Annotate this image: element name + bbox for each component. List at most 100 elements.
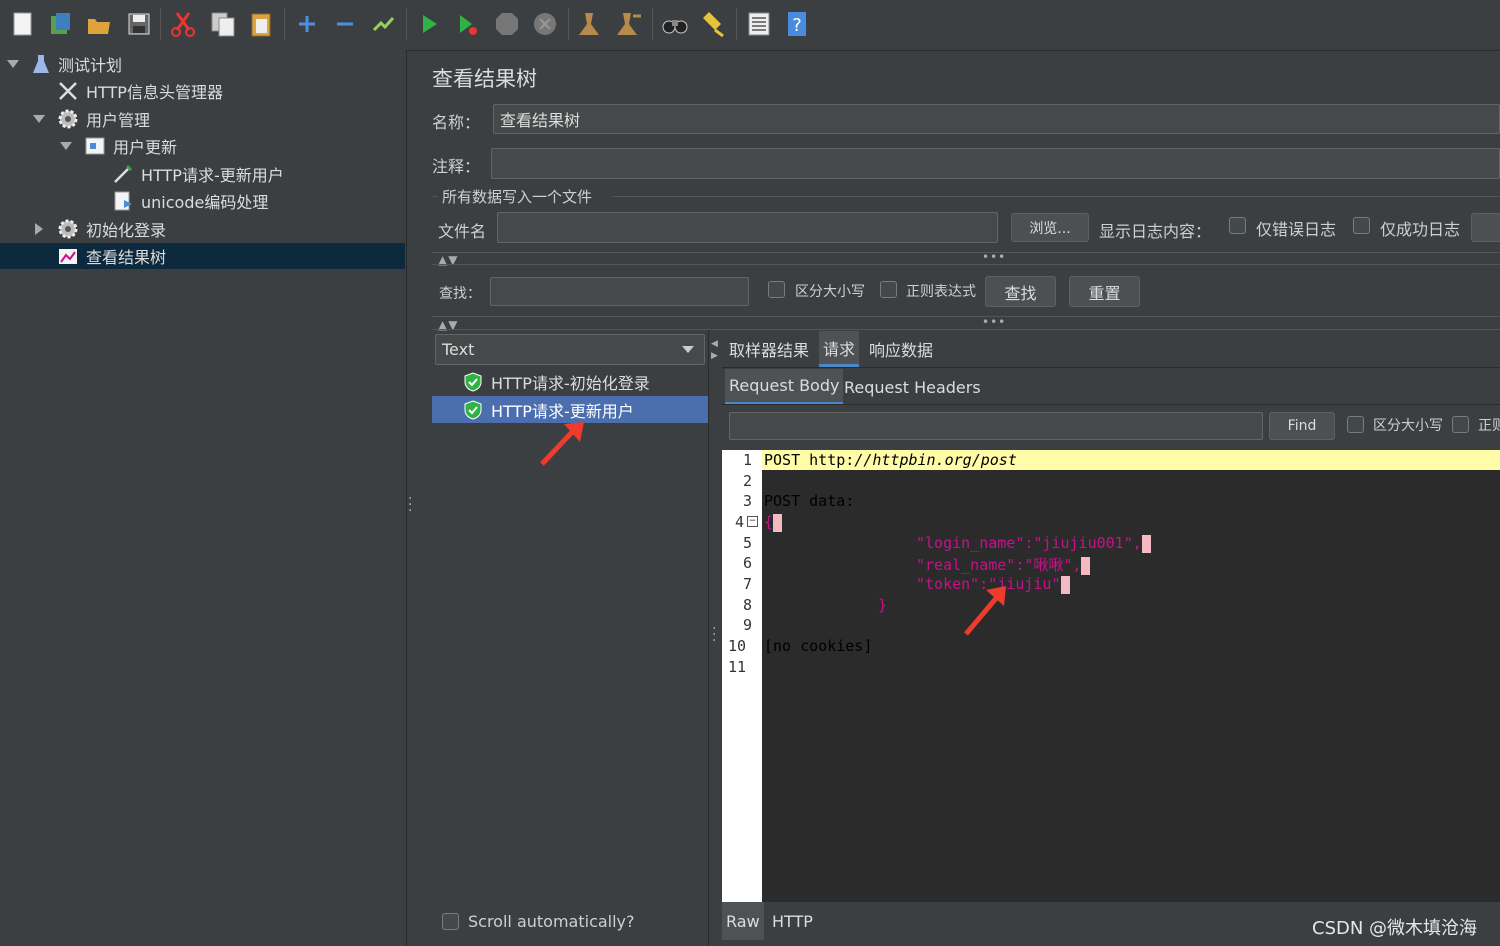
browse-button[interactable]: 浏览... (1011, 213, 1089, 242)
body-regex-checkbox[interactable] (1452, 416, 1469, 433)
code-line-10: [no cookies] (764, 637, 873, 655)
case-sensitive-checkbox[interactable] (768, 281, 785, 298)
body-search-field[interactable] (729, 412, 1263, 440)
stop-icon[interactable] (492, 9, 522, 39)
clear-icon[interactable] (574, 9, 604, 39)
shutdown-icon[interactable] (530, 9, 560, 39)
tree-item-init-login[interactable]: 初始化登录 (0, 216, 405, 242)
tab-request[interactable]: 请求 (819, 331, 860, 367)
renderer-select[interactable]: Text (435, 334, 705, 365)
tab-sampler-result[interactable]: 取样器结果 (725, 331, 813, 367)
expand-arrow-icon[interactable] (7, 60, 19, 68)
result-item-label: HTTP请求-初始化登录 (491, 373, 650, 393)
annotation-arrow-icon (540, 422, 584, 466)
reset-button[interactable]: 重置 (1069, 276, 1140, 307)
tree-item-test-plan[interactable]: 测试计划 (0, 51, 405, 77)
drag-handle-icon[interactable]: ••• (982, 315, 1006, 329)
toolbar: ? (0, 0, 1500, 51)
tab-raw[interactable]: Raw (722, 902, 764, 940)
collapse-icon[interactable] (330, 9, 360, 39)
svg-text:?: ? (792, 15, 802, 36)
line-number: 9 (742, 616, 752, 634)
scroll-auto-label: Scroll automatically? (468, 912, 635, 931)
splitter-handle[interactable]: · · · (712, 622, 716, 648)
name-field[interactable]: 查看结果树 (493, 104, 1500, 134)
tree-item-label: 测试计划 (58, 56, 123, 75)
success-shield-icon (462, 371, 484, 397)
tree-item-unicode[interactable]: unicode编码处理 (0, 188, 405, 214)
tab-request-headers[interactable]: Request Headers (840, 369, 985, 405)
tree-item-label: unicode编码处理 (141, 193, 269, 212)
code-line-8: } (878, 596, 888, 614)
test-plan-tree: 测试计划 HTTP信息头管理器 用户管理 用户更新 HTTP请求-更新用户 un… (0, 50, 407, 946)
flask-icon (30, 53, 52, 75)
line-number-gutter: 1 2 3 4 − 5 6 7 8 9 10 11 (722, 450, 762, 902)
whitespace-marker (773, 513, 783, 532)
body-case-checkbox[interactable] (1347, 416, 1364, 433)
success-shield-icon (462, 399, 484, 425)
copy-icon[interactable] (208, 9, 238, 39)
line-number: 5 (742, 534, 752, 552)
annotation-arrow-icon (964, 586, 1006, 636)
code-token: POST http: (764, 451, 855, 469)
code-url: //httpbin.org/post (854, 451, 1017, 469)
splitter-handle[interactable]: · · · (408, 492, 412, 518)
whitespace-marker (1060, 575, 1070, 594)
tree-item-user-management[interactable]: 用户管理 (0, 106, 405, 132)
expand-icon[interactable] (292, 9, 322, 39)
gear-icon (57, 108, 79, 130)
tree-item-http-update-user[interactable]: HTTP请求-更新用户 (0, 161, 405, 187)
drag-handle-icon[interactable]: ••• (982, 250, 1006, 264)
open-icon[interactable] (84, 9, 114, 39)
fold-icon[interactable]: − (747, 516, 758, 527)
tab-http[interactable]: HTTP (768, 902, 817, 940)
tab-response-data[interactable]: 响应数据 (865, 331, 937, 367)
expand-arrow-icon[interactable] (33, 115, 45, 123)
request-body-editor[interactable]: POST http://httpbin.org/post POST data: … (762, 450, 1500, 902)
tree-item-view-results-tree[interactable]: 查看结果树 (0, 243, 405, 269)
paste-icon[interactable] (246, 9, 276, 39)
search-field[interactable] (490, 277, 749, 306)
reset-search-icon[interactable] (698, 9, 728, 39)
function-helper-icon[interactable] (744, 9, 774, 39)
tree-item-user-update[interactable]: 用户更新 (0, 133, 405, 159)
help-icon[interactable]: ? (782, 9, 812, 39)
toggle-icon[interactable] (368, 9, 398, 39)
tools-icon (57, 80, 79, 102)
filename-field[interactable] (497, 212, 998, 243)
splitter-arrows-icon[interactable]: ◀ ▶ (711, 338, 718, 362)
result-item-selected[interactable]: HTTP请求-更新用户 (432, 396, 708, 423)
code-line-5: "login_name":"jiujiu001", (916, 534, 1151, 553)
tree-item-label: HTTP信息头管理器 (86, 83, 223, 102)
find-button[interactable]: 查找 (985, 276, 1056, 307)
line-number: 7 (742, 575, 752, 593)
errors-only-label: 仅错误日志 (1256, 220, 1337, 239)
tab-request-body[interactable]: Request Body (725, 369, 844, 405)
start-icon[interactable] (414, 9, 444, 39)
errors-only-checkbox[interactable] (1229, 217, 1246, 234)
expand-arrow-icon[interactable] (60, 142, 72, 150)
result-item[interactable]: HTTP请求-初始化登录 (432, 368, 708, 395)
comment-field[interactable] (491, 148, 1500, 179)
success-only-checkbox[interactable] (1353, 217, 1370, 234)
body-find-button[interactable]: Find (1269, 412, 1335, 440)
line-number: 10 (727, 637, 746, 655)
clear-all-icon[interactable] (614, 9, 644, 39)
scroll-auto-checkbox[interactable] (442, 913, 459, 930)
controller-icon (84, 135, 106, 157)
log-content-label: 显示日志内容： (1099, 222, 1212, 241)
search-icon[interactable] (660, 9, 690, 39)
code-token: "login_name":"jiujiu001", (916, 534, 1142, 552)
regex-checkbox[interactable] (880, 281, 897, 298)
new-icon[interactable] (8, 9, 38, 39)
start-no-pause-icon[interactable] (452, 9, 482, 39)
templates-icon[interactable] (46, 9, 76, 39)
watermark: CSDN @微木填沧海 (1312, 918, 1478, 939)
body-case-label: 区分大小写 (1373, 418, 1443, 434)
tree-item-label: 查看结果树 (86, 248, 167, 267)
tree-item-header-manager[interactable]: HTTP信息头管理器 (0, 78, 405, 104)
configure-button[interactable] (1471, 213, 1500, 242)
save-icon[interactable] (124, 9, 154, 39)
collapsed-arrow-icon[interactable] (35, 223, 43, 235)
cut-icon[interactable] (168, 9, 198, 39)
